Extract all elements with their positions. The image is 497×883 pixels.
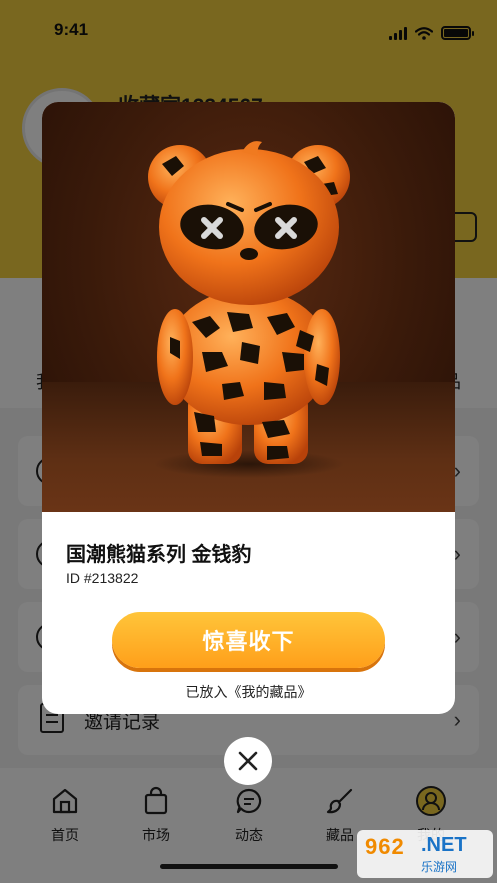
watermark-suffix: .NET — [421, 834, 467, 856]
watermark-number: 962 — [365, 834, 405, 859]
accept-button[interactable]: 惊喜收下 — [112, 612, 385, 668]
watermark-subtitle: 乐游网 — [421, 860, 458, 874]
modal-note: 已放入《我的藏品》 — [185, 684, 312, 700]
close-icon — [238, 751, 258, 771]
collectible-title: 国潮熊猫系列 金钱豹 — [66, 544, 252, 566]
close-button[interactable] — [224, 737, 272, 785]
reward-modal: 国潮熊猫系列 金钱豹 ID #213822 惊喜收下 已放入《我的藏品》 — [42, 102, 455, 714]
collectible-id: ID #213822 — [66, 570, 139, 586]
panda-figure-image — [42, 102, 455, 512]
watermark-logo: 962 .NET 乐游网 — [357, 830, 493, 878]
home-indicator — [160, 864, 338, 869]
